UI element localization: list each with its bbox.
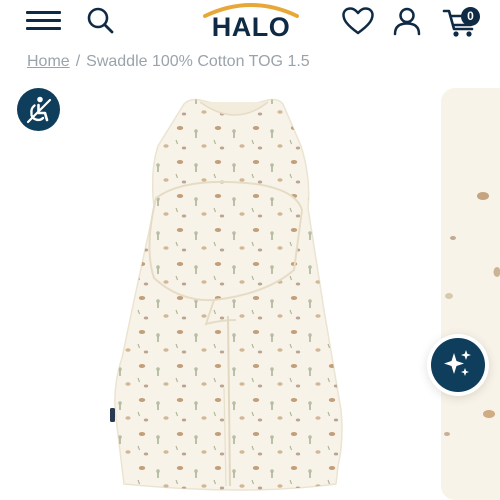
swaddle-illustration [110, 98, 343, 491]
menu-line [26, 27, 61, 30]
menu-line [26, 11, 61, 14]
fabric-closeup [444, 192, 500, 436]
search-icon [87, 7, 114, 34]
cart-button[interactable]: 0 [441, 3, 483, 39]
wishlist-button[interactable] [341, 6, 375, 36]
ai-assistant-circle [431, 338, 485, 392]
breadcrumb-home-link[interactable]: Home [27, 53, 70, 70]
heart-icon [342, 7, 374, 35]
account-button[interactable] [392, 6, 422, 36]
cart-count-badge: 0 [461, 7, 480, 26]
accessibility-button[interactable] [17, 88, 60, 131]
breadcrumb-separator: / [75, 53, 81, 70]
menu-line [26, 19, 61, 22]
breadcrumb: Home / Swaddle 100% Cotton TOG 1.5 [27, 53, 310, 73]
accessibility-icon [26, 96, 52, 124]
breadcrumb-current: Swaddle 100% Cotton TOG 1.5 [86, 53, 310, 70]
site-header: HALO 0 [0, 0, 500, 46]
sparkles-icon [444, 350, 471, 376]
product-image-detail[interactable] [441, 88, 500, 500]
ai-assistant-button[interactable] [427, 334, 489, 396]
halo-logo[interactable]: HALO [199, 0, 303, 44]
logo-text: HALO [211, 12, 291, 42]
product-image-swaddle[interactable] [96, 88, 396, 500]
user-icon [393, 7, 421, 36]
search-button[interactable] [86, 6, 116, 36]
menu-button[interactable] [26, 9, 62, 33]
